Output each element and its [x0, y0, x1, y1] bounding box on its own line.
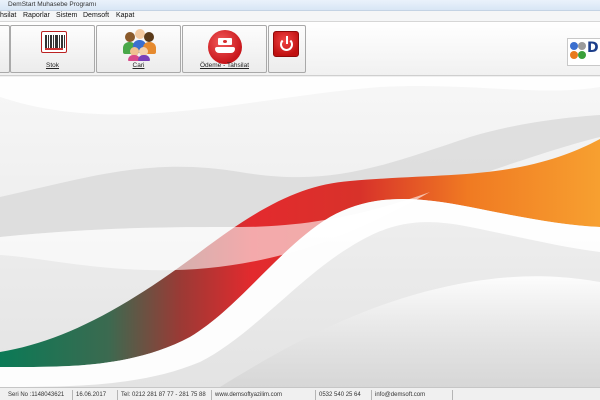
demsoft-logo-letter: D: [587, 40, 599, 56]
wave-background-art: [0, 77, 600, 387]
odeme-tahsilat-button-label: Ödeme - Tahsilat: [199, 62, 249, 69]
status-mobile: 0532 540 25 64: [317, 390, 372, 400]
status-phone: Tel: 0212 281 87 77 - 281 75 88: [119, 390, 212, 400]
menu-item-sistem[interactable]: Sistem: [56, 12, 77, 19]
menu-item-tahsilat[interactable]: hsilat: [0, 12, 16, 19]
window-title: DemStart Muhasebe Programı: [8, 1, 97, 8]
menu-item-demsoft[interactable]: Demsoft: [83, 12, 109, 19]
main-background: [0, 77, 600, 387]
odeme-tahsilat-button[interactable]: Ödeme - Tahsilat: [182, 25, 267, 73]
status-email: info@demsoft.com: [373, 390, 453, 400]
demsoft-logo: D: [567, 38, 600, 66]
cari-button[interactable]: Cari: [96, 25, 181, 73]
stok-button[interactable]: Stok: [10, 25, 95, 73]
toolbar: Stok Cari Ödeme - Tahsilat: [0, 22, 600, 76]
toolbar-button-partial[interactable]: [0, 25, 10, 73]
cari-button-label: Cari: [132, 62, 145, 69]
menu-item-raporlar[interactable]: Raporlar: [23, 12, 50, 19]
status-serial: Seri No :1148043621: [6, 390, 73, 400]
status-website: www.demsoftyazilim.com: [213, 390, 316, 400]
barcode-icon: [41, 31, 67, 53]
stok-button-label: Stok: [45, 62, 59, 69]
exit-button[interactable]: [268, 25, 306, 73]
status-date: 16.06.2017: [74, 390, 118, 400]
menu-bar: hsilat Raporlar Sistem Demsoft Kapat: [0, 11, 600, 22]
menu-item-kapat[interactable]: Kapat: [116, 12, 134, 19]
status-bar: Seri No :1148043621 16.06.2017 Tel: 0212…: [0, 387, 600, 400]
payment-icon: [208, 30, 242, 64]
power-icon: [273, 31, 299, 57]
people-icon: [121, 29, 157, 61]
title-bar: DemStart Muhasebe Programı: [0, 0, 600, 11]
